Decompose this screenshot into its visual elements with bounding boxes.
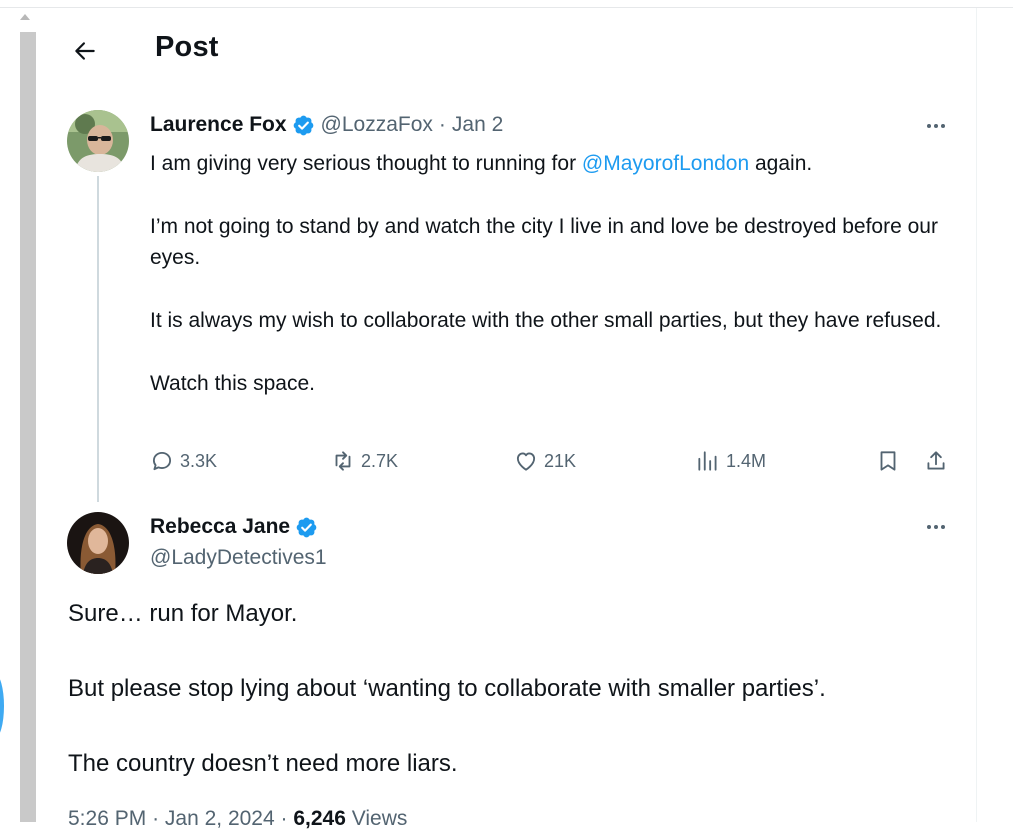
reply-author-handle[interactable]: @LadyDetectives1 bbox=[150, 546, 327, 570]
bar-chart-icon bbox=[698, 451, 717, 471]
like-button[interactable]: 21K bbox=[513, 448, 576, 474]
thread-connector-line bbox=[97, 176, 99, 502]
author-handle[interactable]: @LozzaFox bbox=[321, 113, 433, 137]
post-full-date[interactable]: Jan 2, 2024 bbox=[165, 807, 275, 830]
tweet-paragraph: I’m not going to stand by and watch the … bbox=[150, 215, 938, 269]
reply-paragraph: Sure… run for Mayor. bbox=[68, 600, 298, 627]
reply-author-row: Rebecca Jane bbox=[150, 515, 324, 539]
top-border bbox=[0, 7, 1013, 8]
more-dots-icon bbox=[927, 525, 945, 529]
separator-dot: · bbox=[152, 807, 160, 830]
verified-badge-icon[interactable] bbox=[292, 114, 315, 137]
reply-author-name[interactable]: Rebecca Jane bbox=[150, 515, 290, 539]
view-count: 1.4M bbox=[726, 450, 767, 471]
arrow-left-icon bbox=[75, 42, 95, 60]
like-count: 21K bbox=[544, 450, 577, 471]
mention-link[interactable]: @MayorofLondon bbox=[582, 152, 749, 175]
post-date[interactable]: Jan 2 bbox=[452, 113, 503, 137]
post-time[interactable]: 5:26 PM bbox=[68, 807, 146, 830]
repost-icon bbox=[335, 451, 351, 471]
reply-handle-row: @LadyDetectives1 bbox=[150, 546, 327, 570]
more-dots-icon bbox=[927, 124, 945, 128]
separator-dot: · bbox=[438, 113, 446, 136]
back-button[interactable] bbox=[68, 34, 102, 68]
more-options-button[interactable] bbox=[921, 116, 951, 136]
reply-paragraph: But please stop lying about ‘wanting to … bbox=[68, 675, 826, 702]
bookmark-icon bbox=[880, 451, 896, 471]
bookmark-button[interactable] bbox=[875, 448, 903, 476]
views-count: 6,246 bbox=[293, 807, 346, 830]
scrollbar[interactable] bbox=[17, 8, 39, 822]
scrollbar-thumb[interactable] bbox=[20, 32, 36, 822]
views-label: Views bbox=[351, 807, 408, 830]
share-button[interactable] bbox=[923, 448, 951, 476]
avatar[interactable] bbox=[67, 512, 129, 574]
post-timestamp-line: 5:26 PM · Jan 2, 2024 · 6,246 Views bbox=[68, 807, 407, 831]
verified-badge-icon[interactable] bbox=[295, 516, 318, 539]
avatar[interactable] bbox=[67, 110, 129, 172]
reply-paragraph: The country doesn’t need more liars. bbox=[68, 750, 458, 777]
tweet-text: I am giving very serious thought to runn… bbox=[150, 148, 950, 431]
tweet-text-line: I am giving very serious thought to runn… bbox=[150, 152, 582, 175]
floating-edge-button[interactable] bbox=[0, 674, 4, 738]
page-title: Post bbox=[155, 31, 219, 63]
repost-count: 2.7K bbox=[361, 450, 399, 471]
heart-icon bbox=[516, 452, 536, 471]
tweet-paragraph: It is always my wish to collaborate with… bbox=[150, 309, 942, 332]
views-button[interactable]: 1.4M bbox=[695, 448, 766, 474]
share-icon bbox=[927, 451, 945, 470]
tweet-author-row: Laurence Fox @LozzaFox · Jan 2 bbox=[150, 113, 503, 137]
author-name[interactable]: Laurence Fox bbox=[150, 113, 287, 137]
comment-icon bbox=[152, 451, 172, 471]
scroll-up-arrow-icon[interactable] bbox=[20, 14, 30, 20]
reply-button[interactable]: 3.3K bbox=[149, 448, 217, 474]
tweet-text-line: again. bbox=[749, 152, 813, 175]
tweet-paragraph: Watch this space. bbox=[150, 372, 315, 395]
separator-dot: · bbox=[280, 807, 288, 830]
column-divider bbox=[976, 8, 977, 822]
reply-more-options-button[interactable] bbox=[921, 517, 951, 537]
repost-button[interactable]: 2.7K bbox=[330, 448, 398, 474]
reply-count: 3.3K bbox=[180, 450, 218, 471]
reply-text: Sure… run for Mayor. But please stop lyi… bbox=[68, 596, 968, 821]
